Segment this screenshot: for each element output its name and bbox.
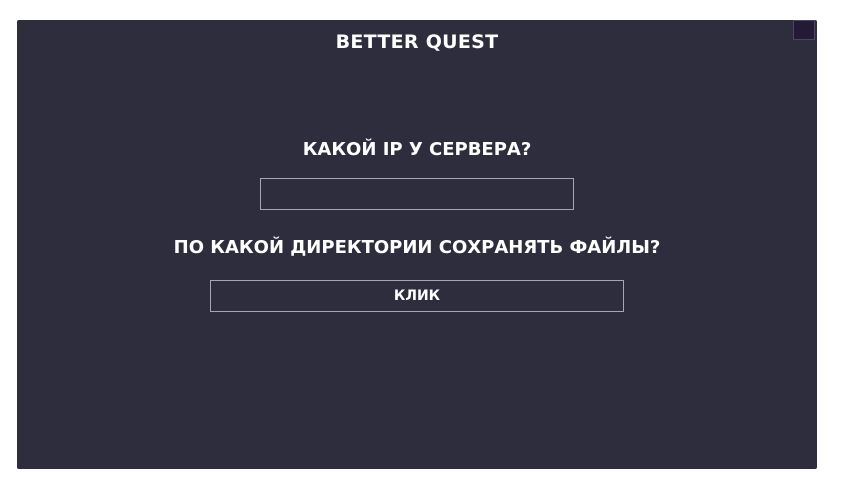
app-window: BETTER QUEST КАКОЙ IP У СЕРВЕРА? ПО КАКО…: [17, 20, 817, 469]
server-ip-input[interactable]: [260, 178, 574, 210]
app-title: BETTER QUEST: [335, 31, 499, 53]
choose-directory-button[interactable]: КЛИК: [210, 280, 624, 312]
server-ip-label: КАКОЙ IP У СЕРВЕРА?: [302, 139, 532, 160]
save-directory-label: ПО КАКОЙ ДИРЕКТОРИИ СОХРАНЯТЬ ФАЙЛЫ?: [173, 237, 661, 258]
